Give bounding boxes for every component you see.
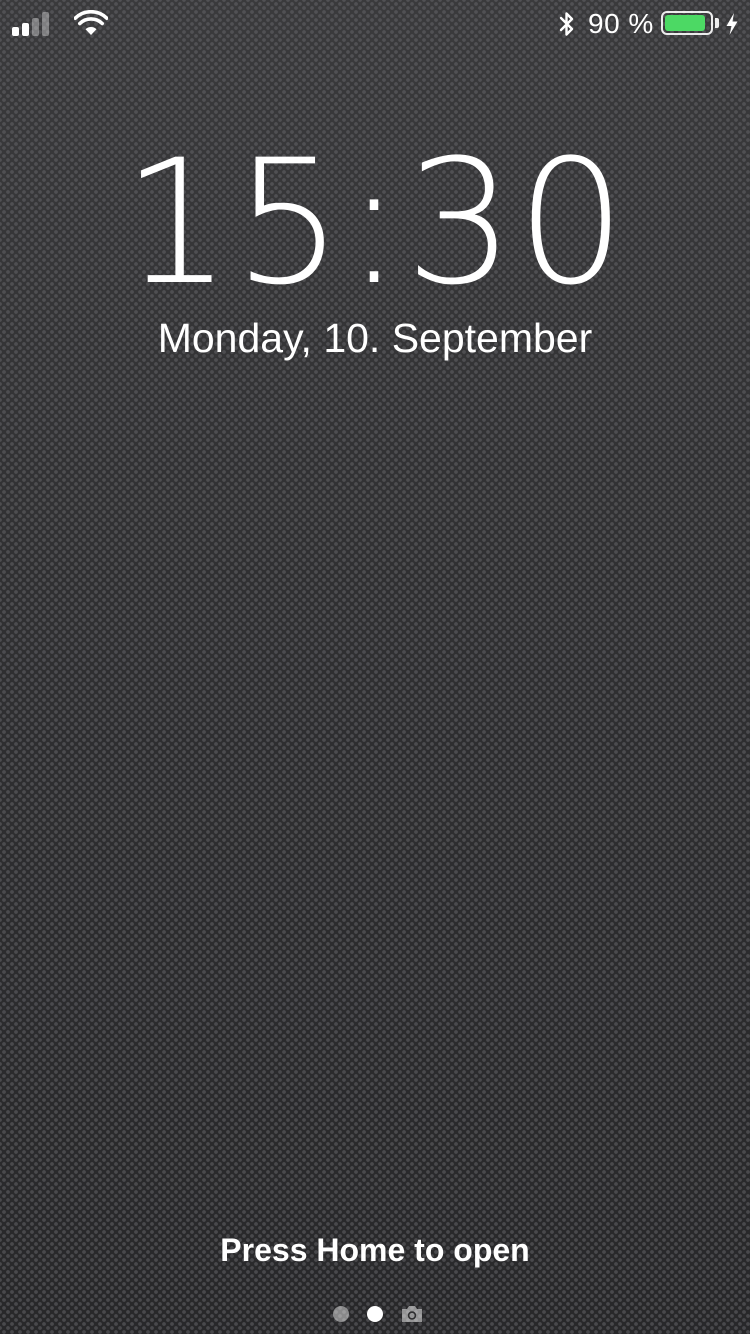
page-indicator[interactable] <box>332 1303 428 1325</box>
cellular-signal-icon <box>12 12 52 36</box>
status-bar: 90 % <box>0 0 750 48</box>
camera-icon[interactable] <box>400 1303 424 1325</box>
battery-nub <box>715 18 719 28</box>
wifi-icon <box>74 10 108 35</box>
battery-percentage: 90 % <box>588 8 654 39</box>
charging-bolt-icon <box>726 13 738 35</box>
bluetooth-icon <box>559 12 574 36</box>
unlock-hint: Press Home to open <box>220 1232 530 1268</box>
battery-icon <box>661 11 713 35</box>
page-dot-widgets[interactable] <box>333 1306 349 1322</box>
lock-screen-time: 15:30 <box>122 122 628 323</box>
lock-screen-date: Monday, 10. September <box>157 315 593 361</box>
page-dot-current[interactable] <box>367 1306 383 1322</box>
battery-level-fill <box>665 15 705 31</box>
